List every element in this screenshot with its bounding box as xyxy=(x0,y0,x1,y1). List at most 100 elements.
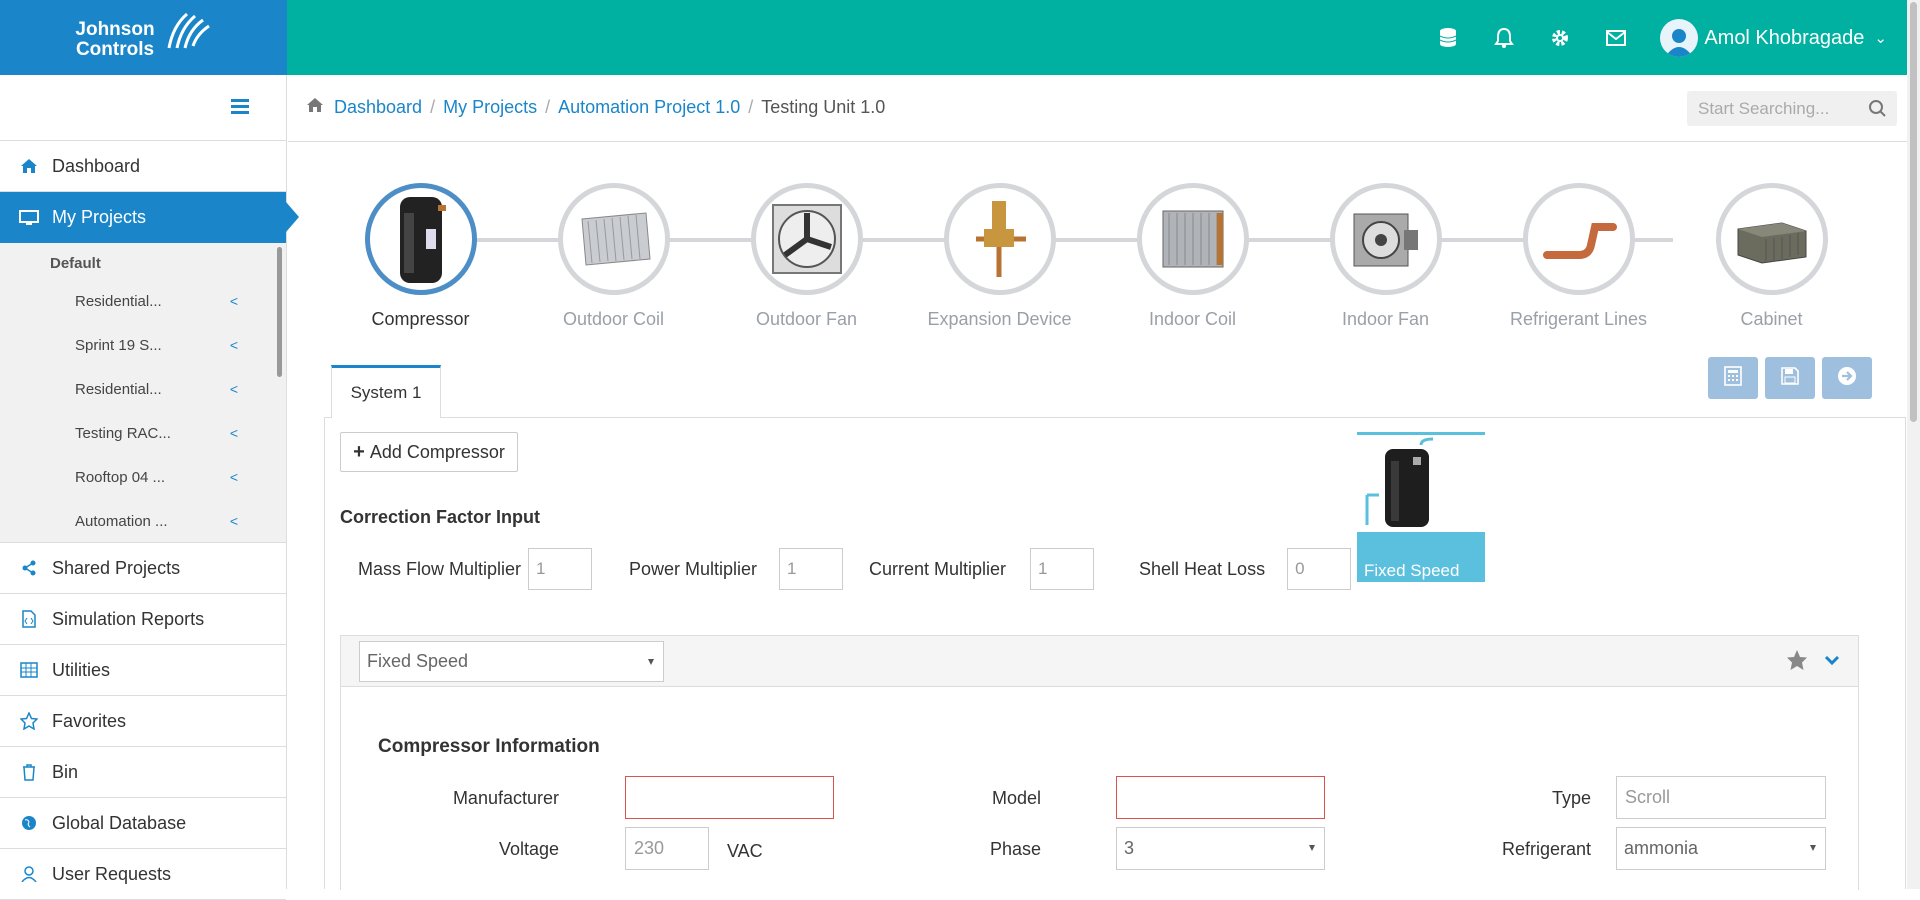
sidebar-item-utilities[interactable]: Utilities xyxy=(0,645,286,696)
user-menu[interactable]: Amol Khobragade ⌄ xyxy=(1660,19,1887,57)
sidebar-item-favorites[interactable]: Favorites xyxy=(0,696,286,747)
mail-icon[interactable] xyxy=(1596,18,1636,58)
avatar xyxy=(1660,19,1699,57)
globe-icon xyxy=(18,815,40,831)
next-button[interactable] xyxy=(1822,357,1872,399)
speed-type-select[interactable]: Fixed Speed xyxy=(359,641,664,682)
step-label: Compressor xyxy=(371,309,470,329)
shell-heat-loss-input[interactable]: 0 xyxy=(1287,548,1352,590)
project-item[interactable]: Residential... < xyxy=(0,279,280,323)
model-input[interactable] xyxy=(1116,776,1325,819)
manufacturer-label: Manufacturer xyxy=(452,788,559,808)
phase-select[interactable]: 3 xyxy=(1116,827,1325,870)
breadcrumb-dashboard[interactable]: Dashboard xyxy=(334,97,422,118)
type-label: Type xyxy=(1551,788,1591,808)
expansion-device-image xyxy=(943,183,1056,295)
step-label: Indoor Coil xyxy=(1148,309,1237,329)
tab-system-1[interactable]: System 1 xyxy=(331,365,441,418)
step-compressor[interactable]: Compressor xyxy=(324,180,517,330)
calculator-icon xyxy=(1724,365,1742,391)
compressor-card[interactable]: Fixed Speed xyxy=(1357,432,1485,582)
trash-icon xyxy=(18,763,40,781)
floppy-icon xyxy=(1781,366,1799,390)
compressor-thumbnail xyxy=(1365,437,1434,527)
calculate-button[interactable] xyxy=(1708,357,1758,399)
step-indoor-fan[interactable]: Indoor Fan xyxy=(1289,180,1482,330)
indoor-fan-image xyxy=(1329,183,1442,295)
add-compressor-button[interactable]: + Add Compressor xyxy=(340,432,518,472)
project-item[interactable]: Sprint 19 S... < xyxy=(0,323,280,367)
sidebar-item-label: Utilities xyxy=(52,659,111,680)
step-label: Outdoor Coil xyxy=(562,309,665,329)
chevron-left-icon: < xyxy=(229,293,238,309)
brand-logo[interactable]: Johnson Controls xyxy=(0,0,287,75)
sidebar-item-user-requests[interactable]: User Requests xyxy=(0,849,286,900)
power-multiplier-input[interactable]: 1 xyxy=(779,548,844,590)
sidebar-item-dashboard[interactable]: Dashboard xyxy=(0,141,286,192)
bell-icon[interactable] xyxy=(1484,18,1524,58)
current-multiplier-input[interactable]: 1 xyxy=(1030,548,1095,590)
project-item[interactable]: Automation ... < xyxy=(0,499,280,543)
breadcrumb-current: Testing Unit 1.0 xyxy=(761,97,886,117)
gear-icon[interactable] xyxy=(1540,18,1580,58)
search-icon[interactable] xyxy=(1868,99,1887,123)
save-button[interactable] xyxy=(1765,357,1815,399)
step-indoor-coil[interactable]: Indoor Coil xyxy=(1096,180,1289,330)
monitor-icon xyxy=(18,209,40,226)
home-icon[interactable] xyxy=(306,97,324,118)
chevron-left-icon: < xyxy=(229,425,238,441)
system-panel: + Add Compressor Correction Factor Input … xyxy=(324,417,1906,890)
project-list-scrollbar[interactable] xyxy=(277,247,282,377)
page-scrollbar[interactable] xyxy=(1907,0,1920,889)
outdoor-fan-image xyxy=(750,183,863,295)
step-refrigerant-lines[interactable]: Refrigerant Lines xyxy=(1482,180,1675,330)
mass-flow-multiplier-input[interactable]: 1 xyxy=(528,548,593,590)
sidebar-item-shared-projects[interactable]: Shared Projects xyxy=(0,543,286,594)
manufacturer-input[interactable] xyxy=(625,776,834,819)
voltage-input[interactable]: 230 xyxy=(625,827,709,870)
sidebar-item-bin[interactable]: Bin xyxy=(0,747,286,798)
step-cabinet[interactable]: Cabinet xyxy=(1675,180,1868,330)
current-multiplier-field: Current Multiplier 1 xyxy=(869,548,1095,590)
refrigerant-select[interactable]: ammonia xyxy=(1616,827,1826,870)
project-item[interactable]: Rooftop 04 ... < xyxy=(0,455,280,499)
breadcrumb-bar: Dashboard / My Projects / Automation Proje… xyxy=(288,75,1907,142)
database-icon[interactable] xyxy=(1428,18,1468,58)
sidebar-item-label: Dashboard xyxy=(52,155,141,176)
menu-toggle[interactable] xyxy=(0,75,286,141)
indoor-coil-image xyxy=(1136,183,1249,295)
hamburger-icon xyxy=(231,99,249,114)
star-icon[interactable] xyxy=(1786,649,1808,676)
chevron-down-icon[interactable] xyxy=(1824,653,1840,671)
step-outdoor-fan[interactable]: Outdoor Fan xyxy=(710,180,903,330)
refrigerant-lines-image xyxy=(1522,183,1635,295)
step-label: Outdoor Fan xyxy=(755,309,858,329)
project-item[interactable]: Testing RAC... < xyxy=(0,411,280,455)
user-name: Amol Khobragade xyxy=(1704,26,1865,49)
field-label: Mass Flow Multiplier xyxy=(358,558,522,579)
sidebar-item-simulation-reports[interactable]: Simulation Reports xyxy=(0,594,286,645)
breadcrumb: Dashboard / My Projects / Automation Proje… xyxy=(306,97,885,118)
add-compressor-label: Add Compressor xyxy=(369,441,505,462)
chevron-left-icon: < xyxy=(229,381,238,397)
project-item[interactable]: Residential... < xyxy=(0,367,280,411)
breadcrumb-my-projects[interactable]: My Projects xyxy=(443,97,537,118)
sidebar-item-my-projects[interactable]: My Projects xyxy=(0,192,299,243)
brand-name: Johnson Controls xyxy=(75,19,155,60)
cabinet-image xyxy=(1715,183,1828,295)
step-label: Indoor Fan xyxy=(1341,309,1430,329)
tab-label: System 1 xyxy=(350,383,422,402)
brand-mark-icon xyxy=(167,12,210,49)
refrigerant-label: Refrigerant xyxy=(1501,839,1591,859)
sidebar-item-label: Favorites xyxy=(52,710,127,731)
search-input[interactable]: Start Searching... xyxy=(1687,91,1897,126)
sidebar-item-global-database[interactable]: Global Database xyxy=(0,798,286,849)
step-expansion-device[interactable]: Expansion Device xyxy=(903,180,1096,330)
voltage-unit: VAC xyxy=(727,841,763,861)
share-icon xyxy=(18,560,40,576)
sidebar: Dashboard My Projects Default Residentia… xyxy=(0,75,299,900)
step-outdoor-coil[interactable]: Outdoor Coil xyxy=(517,180,710,330)
type-input[interactable]: Scroll xyxy=(1616,776,1826,819)
breadcrumb-automation-project[interactable]: Automation Project 1.0 xyxy=(558,97,740,118)
mass-flow-multiplier-field: Mass Flow Multiplier 1 xyxy=(358,548,593,590)
